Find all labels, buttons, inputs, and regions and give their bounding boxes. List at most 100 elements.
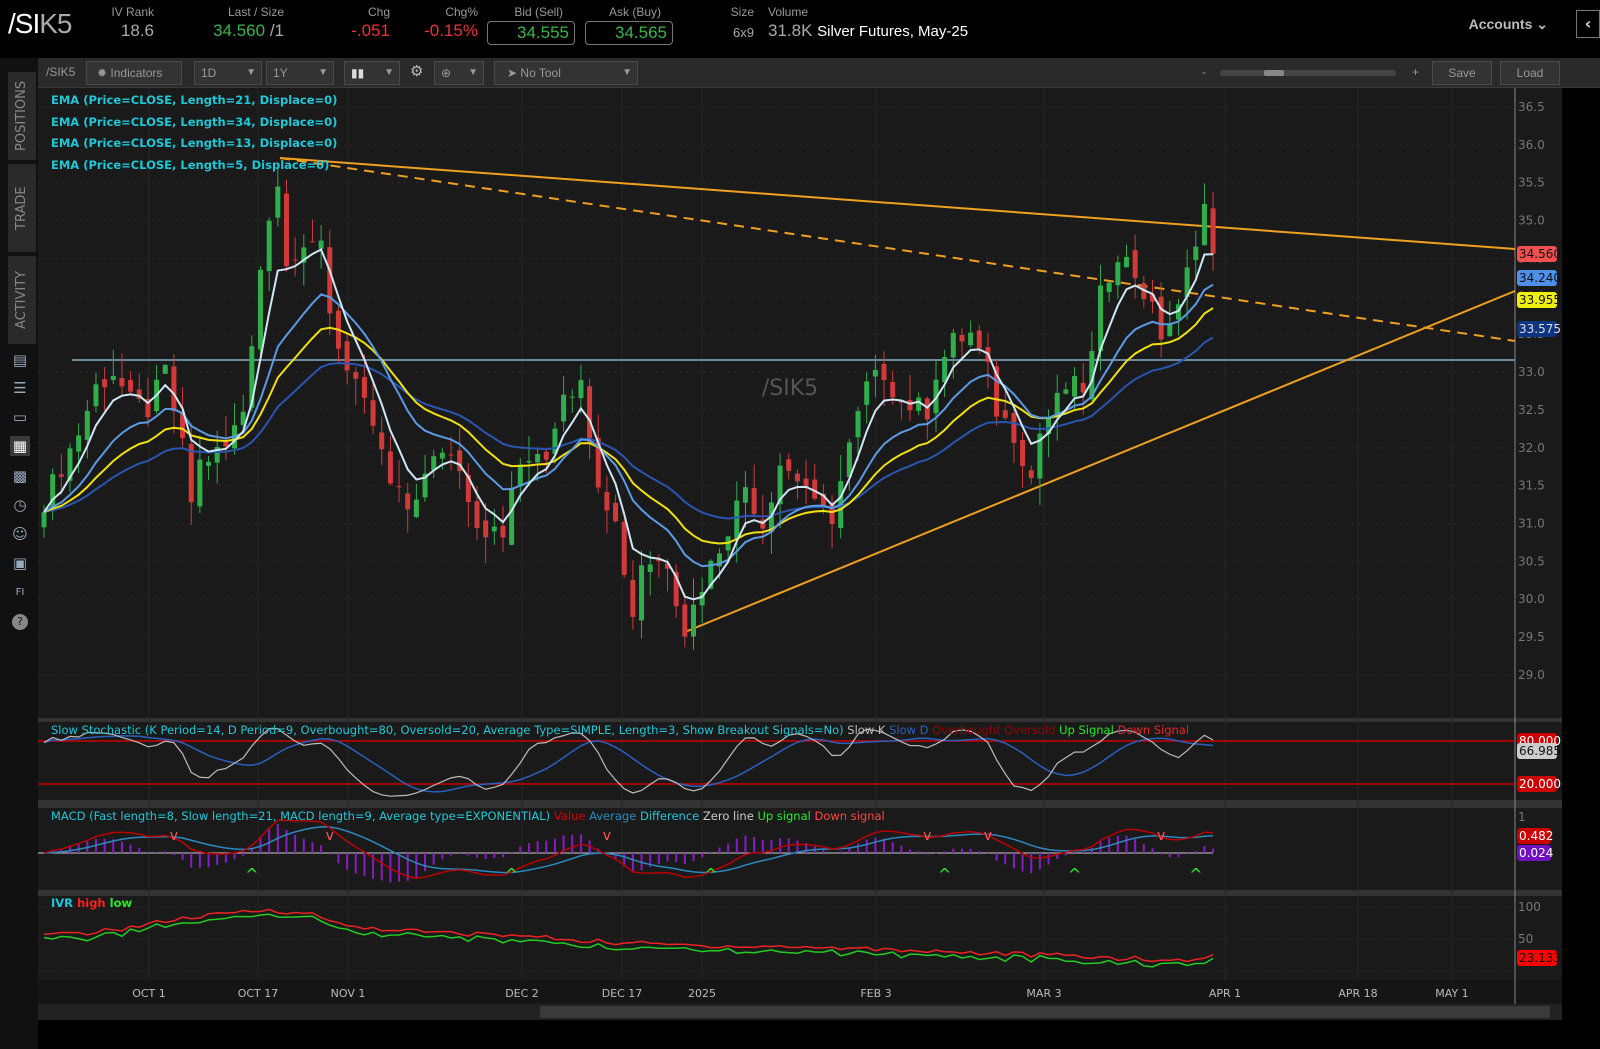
candle-body — [42, 512, 47, 527]
panel-divider — [38, 890, 1562, 896]
candle-body — [1011, 413, 1016, 443]
candle-body — [795, 474, 800, 482]
price-tick-label: 31.0 — [1518, 517, 1545, 531]
macd-tick-label: 1 — [1518, 810, 1526, 824]
up-signal-arrow: ^ — [1189, 865, 1202, 884]
price-tick-label: 29.0 — [1518, 668, 1545, 682]
study-label-ema13[interactable]: EMA (Price=CLOSE, Length=13, Displace=0) — [51, 133, 337, 155]
time-axis-label: APR 1 — [1209, 987, 1241, 1000]
legend-slow-k: Slow K — [847, 723, 885, 737]
candle-body — [630, 580, 635, 617]
price-tick-label: 31.5 — [1518, 479, 1545, 493]
candle-body — [440, 453, 445, 459]
candle-body — [206, 462, 211, 466]
candle-body — [1167, 324, 1172, 336]
study-label-ema34[interactable]: EMA (Price=CLOSE, Length=34, Displace=0) — [51, 112, 337, 134]
scrollbar-thumb[interactable] — [540, 1006, 1550, 1018]
candle-body — [1133, 250, 1138, 278]
candle-body — [587, 386, 592, 443]
candle-body — [908, 400, 913, 410]
stochastic-legend: Slow Stochastic (K Period=14, D Period=9… — [51, 723, 1189, 737]
candle-body — [414, 500, 419, 517]
time-axis-label: MAY 1 — [1435, 987, 1468, 1000]
legend-up-signal: Up Signal — [1059, 723, 1114, 737]
price-tick-label: 29.5 — [1518, 630, 1545, 644]
stochastic-value-label: 20.000 — [1519, 777, 1561, 791]
candle-body — [163, 365, 168, 374]
candle-body — [483, 521, 488, 538]
candle-body — [128, 380, 133, 392]
macd-value-label: 0.482 — [1519, 829, 1553, 843]
time-axis-label: OCT 17 — [238, 987, 279, 1000]
candle-body — [544, 452, 549, 460]
panel-divider — [38, 800, 1562, 808]
price-label-value: 34.560 — [1519, 247, 1561, 261]
candle-body — [578, 380, 583, 398]
candle-body — [85, 411, 90, 440]
candle-body — [197, 460, 202, 507]
ema-legend: EMA (Price=CLOSE, Length=21, Displace=0)… — [51, 90, 337, 176]
stochastic-title[interactable]: Slow Stochastic (K Period=14, D Period=9… — [51, 723, 844, 737]
up-signal-arrow: ^ — [1068, 865, 1081, 884]
price-tick-label: 30.0 — [1518, 592, 1545, 606]
candle-body — [371, 400, 376, 425]
candle-body — [509, 488, 514, 545]
candle-body — [1193, 247, 1198, 260]
ivr-title[interactable]: IVR — [51, 896, 73, 910]
candle-body — [864, 381, 869, 404]
chart-watermark: /SIK5 — [762, 376, 818, 401]
legend-low: low — [110, 896, 132, 910]
macd-value-label: 0.024 — [1519, 846, 1553, 860]
up-signal-arrow: ^ — [938, 865, 951, 884]
candle-body — [119, 378, 124, 386]
candle-body — [76, 436, 81, 452]
macd-title[interactable]: MACD (Fast length=8, Slow length=21, MAC… — [51, 809, 550, 823]
price-tick-label: 35.0 — [1518, 214, 1545, 228]
candle-body — [951, 333, 956, 358]
time-axis-label: 2025 — [688, 987, 716, 1000]
legend-value: Value — [554, 809, 586, 823]
candle-body — [1081, 383, 1086, 393]
legend-overbought: Overbought — [932, 723, 1000, 737]
candle-body — [752, 488, 757, 514]
legend-up-signal: Up signal — [757, 809, 810, 823]
chart-background — [38, 88, 1562, 1018]
candle-body — [570, 397, 575, 398]
legend-down-signal: Down Signal — [1117, 723, 1189, 737]
candle-body — [916, 398, 921, 411]
down-signal-arrow: v — [1157, 828, 1165, 844]
legend-zero-line: Zero line — [703, 809, 754, 823]
candle-body — [1063, 389, 1068, 393]
candle-body — [882, 364, 887, 380]
price-tick-label: 32.0 — [1518, 441, 1545, 455]
study-label-ema21[interactable]: EMA (Price=CLOSE, Length=21, Displace=0) — [51, 90, 337, 112]
candle-body — [102, 379, 107, 387]
price-tick-label: 33.0 — [1518, 365, 1545, 379]
candle-body — [275, 187, 280, 218]
candle-body — [1124, 257, 1129, 267]
candle-body — [518, 465, 523, 487]
time-axis-label: OCT 1 — [132, 987, 166, 1000]
candle-body — [890, 382, 895, 397]
time-axis-label: APR 18 — [1338, 987, 1377, 1000]
candle-body — [310, 241, 315, 242]
candle-body — [604, 492, 609, 510]
ivr-value-label: 23.133 — [1519, 951, 1561, 965]
study-label-ema5[interactable]: EMA (Price=CLOSE, Length=5, Displace=0) — [51, 155, 337, 177]
candle-body — [405, 494, 410, 510]
candle-body — [189, 444, 194, 502]
candle-body — [379, 432, 384, 449]
legend-high: high — [77, 896, 106, 910]
candle-body — [319, 241, 324, 249]
time-axis-label: MAR 3 — [1026, 987, 1061, 1000]
candle-body — [1029, 470, 1034, 478]
ivr-legend: IVR high low — [51, 896, 132, 910]
candle-body — [353, 372, 358, 379]
candle-body — [1003, 410, 1008, 418]
candle-body — [1115, 262, 1120, 285]
candle-body — [59, 474, 64, 476]
time-axis-label: DEC 2 — [505, 987, 539, 1000]
candle-body — [362, 377, 367, 398]
panel-divider — [38, 718, 1562, 722]
price-tick-label: 32.5 — [1518, 403, 1545, 417]
